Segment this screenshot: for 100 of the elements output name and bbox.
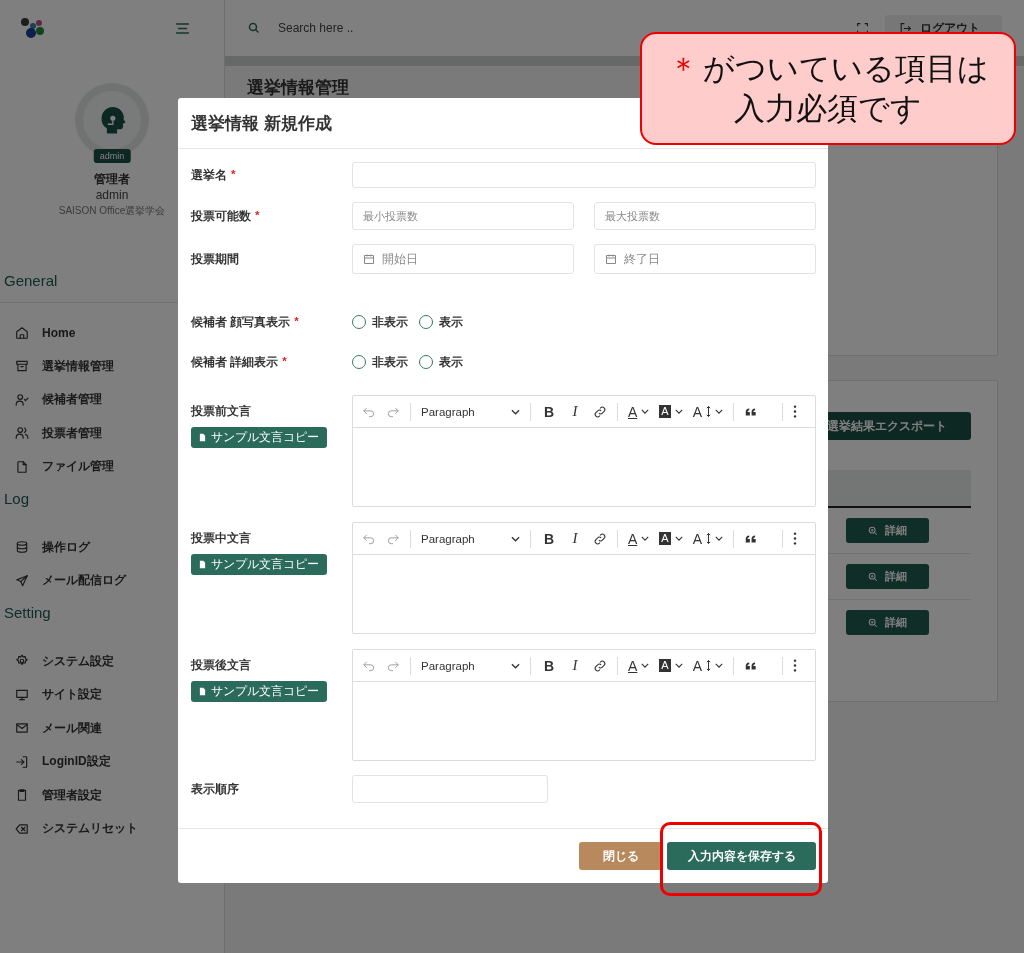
italic-button[interactable]: I (567, 530, 583, 547)
chevron-down-icon (674, 536, 683, 541)
archive-box-icon (15, 359, 29, 374)
nav-item[interactable]: ファイル管理 (0, 450, 224, 484)
chevron-down-icon (674, 409, 683, 414)
format-dropdown[interactable]: Paragraph (421, 405, 520, 418)
font-color-dropdown[interactable]: A (628, 657, 650, 674)
italic-button[interactable]: I (567, 657, 583, 674)
required-mark: * (282, 354, 287, 369)
font-color-dropdown[interactable]: A (628, 403, 650, 420)
paper-plane-icon (15, 573, 29, 588)
font-color-dropdown[interactable]: A (628, 530, 650, 547)
copy-sample-button[interactable]: サンプル文言コピー (191, 427, 327, 448)
chevron-down-icon (641, 663, 650, 668)
database-icon (15, 540, 29, 555)
calendar-icon (605, 253, 617, 265)
more-icon[interactable] (793, 405, 798, 418)
field-label: 投票期間 (191, 251, 239, 267)
more-icon[interactable] (793, 659, 798, 672)
date-field[interactable]: 開始日 (352, 244, 574, 274)
field-label: 候補者 詳細表示 (191, 354, 279, 370)
chevron-down-icon (511, 662, 520, 669)
role-badge: admin (93, 149, 131, 163)
calendar-icon (363, 253, 375, 265)
document-icon (198, 433, 207, 442)
page-title: 選挙情報管理 (247, 77, 350, 98)
chevron-down-icon (715, 663, 724, 668)
radio-label: 表示 (439, 314, 463, 330)
input-field[interactable]: 最小投票数 (352, 202, 574, 230)
font-size-dropdown[interactable]: A (692, 657, 724, 674)
date-field[interactable]: 終了日 (594, 244, 816, 274)
chevron-down-icon (674, 663, 683, 668)
copy-sample-button[interactable]: サンプル文言コピー (191, 554, 327, 575)
login-icon (15, 754, 29, 769)
mail-icon (15, 721, 29, 736)
chevron-down-icon (715, 536, 724, 541)
detail-button[interactable]: 詳細 (846, 518, 929, 543)
copy-sample-button[interactable]: サンプル文言コピー (191, 681, 327, 702)
username: admin (95, 188, 129, 202)
field-label: 投票前文言 (191, 404, 251, 419)
font-size-dropdown[interactable]: A (692, 530, 724, 547)
menu-icon[interactable] (175, 22, 190, 34)
logo-drawing (20, 17, 46, 39)
detail-button[interactable]: 詳細 (846, 564, 929, 589)
field-label: 投票後文言 (191, 658, 251, 673)
detail-button[interactable]: 詳細 (846, 610, 929, 635)
radio-label: 非表示 (372, 314, 408, 330)
clipboard-icon (15, 788, 29, 803)
modal-title: 選挙情報 新規作成 (191, 112, 332, 135)
chevron-down-icon (511, 535, 520, 542)
format-dropdown[interactable]: Paragraph (421, 659, 520, 672)
required-mark: * (255, 208, 260, 223)
chevron-down-icon (511, 408, 520, 415)
field-label: 投票中文言 (191, 531, 251, 546)
save-button[interactable]: 入力内容を保存する (667, 842, 816, 870)
link-icon[interactable] (593, 658, 607, 673)
document-icon (198, 687, 207, 696)
input-field[interactable] (352, 775, 548, 803)
backspace-icon (15, 821, 29, 836)
section-heading: Log (3, 489, 31, 509)
logout-icon (899, 21, 912, 35)
required-mark: * (294, 314, 299, 329)
format-dropdown[interactable]: Paragraph (421, 532, 520, 545)
zoom-in-icon (868, 525, 878, 536)
document-icon (198, 560, 207, 569)
search-icon (248, 22, 260, 34)
text-height-icon (706, 532, 712, 545)
section-heading: Setting (3, 603, 52, 623)
nav-item[interactable]: メール関連 (0, 711, 224, 745)
chevron-down-icon (715, 409, 724, 414)
annotation-tooltip: ＊がついている項目は 入力必須です (640, 32, 1016, 145)
nav-item[interactable]: システムリセット (0, 812, 224, 846)
required-mark: * (231, 167, 236, 182)
user-role: 管理者 (94, 171, 130, 188)
user-check-icon (15, 392, 29, 407)
text-height-icon (706, 405, 712, 418)
radio-label: 表示 (439, 354, 463, 370)
input-field[interactable] (352, 162, 816, 188)
users-icon (15, 426, 29, 441)
bold-button[interactable]: B (541, 530, 557, 547)
monitor-icon (15, 687, 29, 702)
more-icon[interactable] (793, 532, 798, 545)
link-icon[interactable] (593, 404, 607, 419)
zoom-in-icon (868, 617, 878, 628)
radio-label: 非表示 (372, 354, 408, 370)
field-label: 候補者 顔写真表示 (191, 314, 291, 330)
file-icon (15, 459, 29, 474)
field-label: 選挙名 (191, 167, 227, 183)
field-label: 投票可能数 (191, 208, 251, 224)
chevron-down-icon (641, 536, 650, 541)
link-icon[interactable] (593, 531, 607, 546)
bold-button[interactable]: B (541, 403, 557, 420)
input-field[interactable]: 最大投票数 (594, 202, 816, 230)
font-size-dropdown[interactable]: A (692, 403, 724, 420)
field-label: 表示順序 (191, 781, 239, 797)
italic-button[interactable]: I (567, 403, 583, 420)
zoom-in-icon (868, 571, 878, 582)
bold-button[interactable]: B (541, 657, 557, 674)
nav-item[interactable]: LoginID設定 (0, 745, 224, 779)
chevron-down-icon (641, 409, 650, 414)
